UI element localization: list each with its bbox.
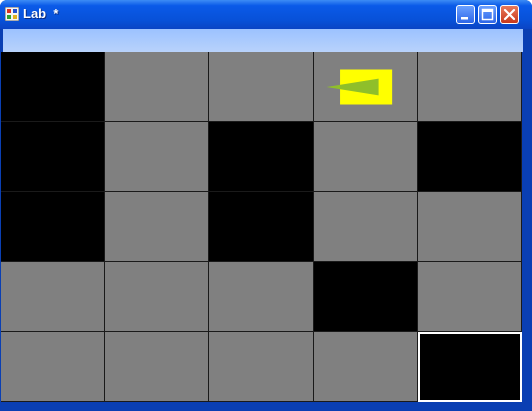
maze-cell-floor bbox=[209, 52, 314, 122]
maze-cell-wall bbox=[1, 122, 105, 192]
maze-cell-floor bbox=[209, 262, 314, 332]
maze-cell-floor bbox=[1, 332, 105, 402]
maze-cell-wall bbox=[1, 52, 105, 122]
maximize-button[interactable] bbox=[478, 5, 497, 24]
app-icon bbox=[5, 7, 19, 21]
maze-cell-wall bbox=[1, 192, 105, 262]
maze-cell-floor bbox=[105, 262, 209, 332]
close-button[interactable] bbox=[500, 5, 519, 24]
app-window: Lab * bbox=[0, 0, 532, 411]
maze-board[interactable] bbox=[1, 52, 522, 402]
window-bottom-border bbox=[0, 402, 532, 411]
maze-cell-floor bbox=[105, 122, 209, 192]
title-bar[interactable]: Lab * bbox=[0, 0, 532, 29]
maze-cell-floor bbox=[418, 52, 522, 122]
maze-cell-floor bbox=[105, 52, 209, 122]
maze-cell-floor bbox=[209, 332, 314, 402]
maze-cell-wall bbox=[209, 122, 314, 192]
maze-cell-exit bbox=[418, 332, 522, 402]
minimize-button[interactable] bbox=[456, 5, 475, 24]
maze-cell-floor bbox=[314, 332, 418, 402]
maze-cell-wall bbox=[209, 192, 314, 262]
maze-cell-floor bbox=[418, 262, 522, 332]
maze-cell-floor bbox=[314, 122, 418, 192]
maze-cell-floor bbox=[1, 262, 105, 332]
maze-cell-wall bbox=[314, 262, 418, 332]
maximize-icon bbox=[481, 8, 494, 21]
window-title: Lab * bbox=[23, 6, 59, 21]
maze-cell-floor bbox=[105, 192, 209, 262]
maze-cell-floor bbox=[314, 192, 418, 262]
player-token bbox=[326, 69, 393, 105]
close-icon bbox=[503, 8, 516, 21]
maze-cell-wall bbox=[418, 122, 522, 192]
toolbar-strip bbox=[3, 29, 523, 52]
maze-cell-floor bbox=[418, 192, 522, 262]
minimize-icon bbox=[461, 17, 468, 20]
maze-cell-floor bbox=[105, 332, 209, 402]
